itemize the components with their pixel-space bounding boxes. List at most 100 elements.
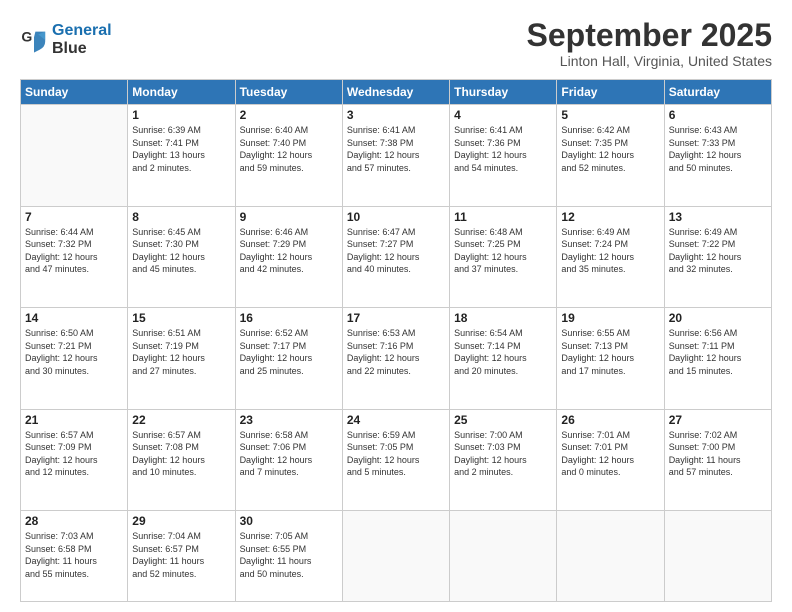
week-row-2: 7 Sunrise: 6:44 AM Sunset: 7:32 PM Daylig… [21,206,772,307]
day-info: Sunrise: 6:41 AM Sunset: 7:36 PM Dayligh… [454,124,552,174]
day-number: 29 [132,514,230,528]
calendar-cell [21,105,128,206]
logo: G General Blue [20,22,112,57]
calendar-cell: 1Sunrise: 6:39 AM Sunset: 7:41 PM Daylig… [128,105,235,206]
day-info: Sunrise: 6:45 AM Sunset: 7:30 PM Dayligh… [132,226,230,276]
location: Linton Hall, Virginia, United States [527,53,772,69]
day-info: Sunrise: 6:53 AM Sunset: 7:16 PM Dayligh… [347,327,445,377]
day-info: Sunrise: 6:42 AM Sunset: 7:35 PM Dayligh… [561,124,659,174]
day-info: Sunrise: 7:02 AM Sunset: 7:00 PM Dayligh… [669,429,767,479]
day-info: Sunrise: 6:40 AM Sunset: 7:40 PM Dayligh… [240,124,338,174]
calendar-cell: 2Sunrise: 6:40 AM Sunset: 7:40 PM Daylig… [235,105,342,206]
day-number: 7 [25,210,123,224]
calendar-cell [450,511,557,602]
day-number: 11 [454,210,552,224]
calendar-cell: 13Sunrise: 6:49 AM Sunset: 7:22 PM Dayli… [664,206,771,307]
day-info: Sunrise: 6:54 AM Sunset: 7:14 PM Dayligh… [454,327,552,377]
day-number: 6 [669,108,767,122]
title-block: September 2025 Linton Hall, Virginia, Un… [527,18,772,69]
calendar-cell: 29 Sunrise: 7:04 AM Sunset: 6:57 PM Dayli… [128,511,235,602]
calendar-cell: 12 Sunrise: 6:49 AM Sunset: 7:24 PM Dayli… [557,206,664,307]
day-info: Sunrise: 7:04 AM Sunset: 6:57 PM Dayligh… [132,530,230,580]
calendar-cell [557,511,664,602]
day-number: 12 [561,210,659,224]
calendar-cell [664,511,771,602]
day-info: Sunrise: 6:52 AM Sunset: 7:17 PM Dayligh… [240,327,338,377]
day-info: Sunrise: 6:43 AM Sunset: 7:33 PM Dayligh… [669,124,767,174]
day-number: 8 [132,210,230,224]
calendar-cell: 11 Sunrise: 6:48 AM Sunset: 7:25 PM Dayli… [450,206,557,307]
calendar-cell: 6 Sunrise: 6:43 AM Sunset: 7:33 PM Daylig… [664,105,771,206]
day-number: 15 [132,311,230,325]
calendar-page: G General Blue September 2025 Linton Hal… [0,0,792,612]
day-number: 10 [347,210,445,224]
day-info: Sunrise: 6:56 AM Sunset: 7:11 PM Dayligh… [669,327,767,377]
calendar-cell: 15 Sunrise: 6:51 AM Sunset: 7:19 PM Dayli… [128,308,235,409]
day-info: Sunrise: 7:01 AM Sunset: 7:01 PM Dayligh… [561,429,659,479]
day-number: 9 [240,210,338,224]
logo-text: General Blue [52,22,112,57]
day-info: Sunrise: 6:59 AM Sunset: 7:05 PM Dayligh… [347,429,445,479]
day-info: Sunrise: 6:44 AM Sunset: 7:32 PM Dayligh… [25,226,123,276]
calendar-cell: 8 Sunrise: 6:45 AM Sunset: 7:30 PM Daylig… [128,206,235,307]
calendar-table: SundayMondayTuesdayWednesdayThursdayFrid… [20,79,772,602]
calendar-cell: 9 Sunrise: 6:46 AM Sunset: 7:29 PM Daylig… [235,206,342,307]
day-info: Sunrise: 6:49 AM Sunset: 7:24 PM Dayligh… [561,226,659,276]
calendar-cell [342,511,449,602]
weekday-header-sunday: Sunday [21,80,128,105]
day-number: 14 [25,311,123,325]
day-number: 4 [454,108,552,122]
calendar-cell: 20Sunrise: 6:56 AM Sunset: 7:11 PM Dayli… [664,308,771,409]
calendar-cell: 7 Sunrise: 6:44 AM Sunset: 7:32 PM Daylig… [21,206,128,307]
weekday-header-thursday: Thursday [450,80,557,105]
month-title: September 2025 [527,18,772,53]
day-number: 1 [132,108,230,122]
calendar-cell: 21Sunrise: 6:57 AM Sunset: 7:09 PM Dayli… [21,409,128,510]
day-info: Sunrise: 6:48 AM Sunset: 7:25 PM Dayligh… [454,226,552,276]
day-number: 18 [454,311,552,325]
calendar-cell: 5 Sunrise: 6:42 AM Sunset: 7:35 PM Daylig… [557,105,664,206]
calendar-cell: 28Sunrise: 7:03 AM Sunset: 6:58 PM Dayli… [21,511,128,602]
week-row-4: 21Sunrise: 6:57 AM Sunset: 7:09 PM Dayli… [21,409,772,510]
day-number: 5 [561,108,659,122]
day-info: Sunrise: 7:05 AM Sunset: 6:55 PM Dayligh… [240,530,338,580]
calendar-cell: 22 Sunrise: 6:57 AM Sunset: 7:08 PM Dayli… [128,409,235,510]
day-info: Sunrise: 6:50 AM Sunset: 7:21 PM Dayligh… [25,327,123,377]
calendar-cell: 24Sunrise: 6:59 AM Sunset: 7:05 PM Dayli… [342,409,449,510]
weekday-header-wednesday: Wednesday [342,80,449,105]
day-info: Sunrise: 7:00 AM Sunset: 7:03 PM Dayligh… [454,429,552,479]
calendar-cell: 18 Sunrise: 6:54 AM Sunset: 7:14 PM Dayli… [450,308,557,409]
calendar-cell: 4 Sunrise: 6:41 AM Sunset: 7:36 PM Daylig… [450,105,557,206]
weekday-header-saturday: Saturday [664,80,771,105]
day-number: 22 [132,413,230,427]
calendar-cell: 17 Sunrise: 6:53 AM Sunset: 7:16 PM Dayli… [342,308,449,409]
day-info: Sunrise: 6:51 AM Sunset: 7:19 PM Dayligh… [132,327,230,377]
day-number: 21 [25,413,123,427]
day-info: Sunrise: 6:41 AM Sunset: 7:38 PM Dayligh… [347,124,445,174]
day-info: Sunrise: 7:03 AM Sunset: 6:58 PM Dayligh… [25,530,123,580]
day-number: 17 [347,311,445,325]
calendar-cell: 10 Sunrise: 6:47 AM Sunset: 7:27 PM Dayli… [342,206,449,307]
day-number: 3 [347,108,445,122]
day-number: 25 [454,413,552,427]
week-row-5: 28Sunrise: 7:03 AM Sunset: 6:58 PM Dayli… [21,511,772,602]
calendar-header-row: SundayMondayTuesdayWednesdayThursdayFrid… [21,80,772,105]
page-header: G General Blue September 2025 Linton Hal… [20,18,772,69]
day-info: Sunrise: 6:46 AM Sunset: 7:29 PM Dayligh… [240,226,338,276]
svg-text:G: G [21,28,32,44]
day-info: Sunrise: 6:47 AM Sunset: 7:27 PM Dayligh… [347,226,445,276]
day-number: 30 [240,514,338,528]
calendar-cell: 26 Sunrise: 7:01 AM Sunset: 7:01 PM Dayli… [557,409,664,510]
weekday-header-friday: Friday [557,80,664,105]
logo-icon: G [20,26,48,54]
calendar-cell: 27 Sunrise: 7:02 AM Sunset: 7:00 PM Dayli… [664,409,771,510]
day-number: 26 [561,413,659,427]
week-row-1: 1Sunrise: 6:39 AM Sunset: 7:41 PM Daylig… [21,105,772,206]
day-info: Sunrise: 6:49 AM Sunset: 7:22 PM Dayligh… [669,226,767,276]
week-row-3: 14 Sunrise: 6:50 AM Sunset: 7:21 PM Dayli… [21,308,772,409]
calendar-cell: 3 Sunrise: 6:41 AM Sunset: 7:38 PM Daylig… [342,105,449,206]
day-info: Sunrise: 6:57 AM Sunset: 7:08 PM Dayligh… [132,429,230,479]
day-number: 27 [669,413,767,427]
day-info: Sunrise: 6:55 AM Sunset: 7:13 PM Dayligh… [561,327,659,377]
calendar-cell: 25 Sunrise: 7:00 AM Sunset: 7:03 PM Dayli… [450,409,557,510]
